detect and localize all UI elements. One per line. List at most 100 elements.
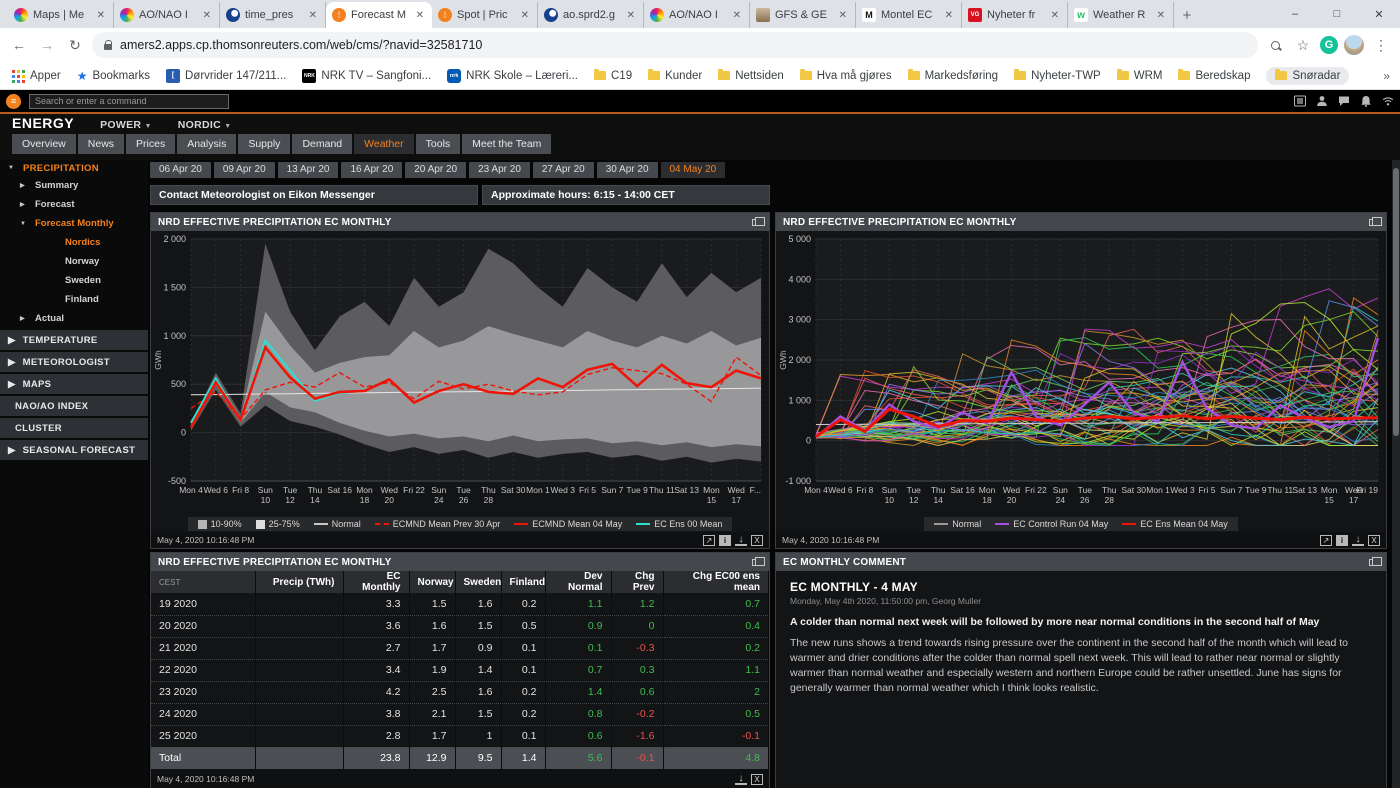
forward-button[interactable]: → [36,34,58,56]
column-header-finland[interactable]: Finland [501,571,545,593]
browser-tab-forecast-m[interactable]: ⋮Forecast M✕ [326,2,432,28]
bell-icon[interactable] [1360,95,1372,107]
sidebar-item-meteorologist[interactable]: ▶METEOROLOGIST [0,352,148,372]
sidebar-item-maps[interactable]: ▶MAPS [0,374,148,394]
tab-close-icon[interactable]: ✕ [1155,10,1167,21]
minimize-button[interactable]: – [1274,0,1316,28]
sidebar-item-precipitation[interactable]: ▼PRECIPITATION [0,160,148,176]
tab-close-icon[interactable]: ✕ [519,10,531,21]
bookmark-d-rvrider-147-211[interactable]: [Dørvrider 147/211... [166,69,286,83]
sidebar-item-nao-ao-index[interactable]: NAO/AO INDEX [0,396,148,416]
table-row[interactable]: 20 20203.61.61.50.50.900.4 [151,615,769,637]
sidebar-item-cluster[interactable]: CLUSTER [0,418,148,438]
browser-tab-spot-pric[interactable]: ⋮Spot | Pric✕ [432,2,538,28]
excel-export-icon[interactable]: X [751,535,763,546]
excel-export-icon[interactable]: X [1368,535,1380,546]
browser-menu-icon[interactable]: ⋮ [1370,37,1392,54]
browser-tab-ao-nao-i[interactable]: AO/NAO I✕ [114,2,220,28]
sidebar-item-nordics[interactable]: Nordics [0,233,148,252]
page-scrollbar[interactable] [1392,160,1400,788]
table-row[interactable]: 25 20202.81.710.10.6-1.6-0.1 [151,725,769,747]
menu-nordic[interactable]: NORDIC ▼ [178,119,232,131]
date-tab-06-apr-20[interactable]: 06 Apr 20 [150,162,211,178]
sidebar-item-seasonal-forecast[interactable]: ▶SEASONAL FORECAST [0,440,148,460]
browser-tab-weather-r[interactable]: wWeather R✕ [1068,2,1174,28]
reload-button[interactable]: ↻ [64,34,86,56]
sidebar-item-finland[interactable]: Finland [0,290,148,309]
sidebar-item-actual[interactable]: ▶Actual [0,309,148,328]
table-total-row[interactable]: Total23.812.99.51.45.6-0.14.8 [151,747,769,769]
popout-icon[interactable] [1369,559,1377,566]
popout-icon[interactable] [752,219,760,226]
tab-close-icon[interactable]: ✕ [943,10,955,21]
bookmark-sn-radar[interactable]: Snøradar [1266,67,1349,85]
bookmark-bookmarks[interactable]: ★Bookmarks [77,69,150,83]
browser-tab-montel-ec[interactable]: MMontel EC✕ [856,2,962,28]
table-row[interactable]: 21 20202.71.70.90.10.1-0.30.2 [151,637,769,659]
chat-icon[interactable] [1338,95,1350,107]
grammarly-extension-icon[interactable]: G [1320,36,1338,54]
bookmark-nrk-tv-sangfoni[interactable]: NRKNRK TV – Sangfoni... [302,69,431,83]
info-icon[interactable]: i [719,535,731,546]
download-icon[interactable]: ↓ [735,535,747,546]
browser-tab-nyheter-fr[interactable]: VGNyheter fr✕ [962,2,1068,28]
date-tab-23-apr-20[interactable]: 23 Apr 20 [469,162,530,178]
sidebar-item-forecast-monthly[interactable]: ▼Forecast Monthly [0,214,148,233]
bookmark-beredskap[interactable]: Beredskap [1178,70,1250,82]
sidebar-item-norway[interactable]: Norway [0,252,148,271]
column-header-dev-normal[interactable]: Dev Normal [545,571,611,593]
tab-close-icon[interactable]: ✕ [201,10,213,21]
column-header-chg-prev[interactable]: Chg Prev [611,571,663,593]
list-menu-icon[interactable] [1294,95,1306,107]
bookmark-nettsiden[interactable]: Nettsiden [718,70,784,82]
column-header-ec-monthly[interactable]: EC Monthly [343,571,409,593]
nav-tab-supply[interactable]: Supply [238,134,290,154]
nav-tab-prices[interactable]: Prices [126,134,175,154]
column-header-norway[interactable]: Norway [409,571,455,593]
close-button[interactable]: ✕ [1358,0,1400,28]
browser-tab-ao-nao-i[interactable]: AO/NAO I✕ [644,2,750,28]
sidebar-item-forecast[interactable]: ▶Forecast [0,195,148,214]
date-tab-16-apr-20[interactable]: 16 Apr 20 [341,162,402,178]
date-tab-30-apr-20[interactable]: 30 Apr 20 [597,162,658,178]
bookmark-nrk-skole-l-reri[interactable]: nrkNRK Skole – Læreri... [447,69,578,83]
back-button[interactable]: ← [8,34,30,56]
popout-icon[interactable] [1369,219,1377,226]
browser-tab-gfs-ge[interactable]: GFS & GE✕ [750,2,856,28]
eikon-logo-icon[interactable]: ≡ [6,94,21,109]
bookmark-kunder[interactable]: Kunder [648,70,702,82]
sidebar-item-summary[interactable]: ▶Summary [0,176,148,195]
person-icon[interactable] [1316,95,1328,107]
bookmark-star-icon[interactable]: ☆ [1292,37,1314,54]
browser-tab-maps-me[interactable]: Maps | Me✕ [8,2,114,28]
search-icon[interactable] [1264,41,1286,50]
bookmark-c19[interactable]: C19 [594,70,632,82]
table-row[interactable]: 23 20204.22.51.60.21.40.62 [151,681,769,703]
sidebar-item-sweden[interactable]: Sweden [0,271,148,290]
nav-tab-meet-the-team[interactable]: Meet the Team [462,134,551,154]
tab-close-icon[interactable]: ✕ [307,10,319,21]
address-bar[interactable]: amers2.apps.cp.thomsonreuters.com/web/cm… [92,32,1258,58]
popout-icon[interactable] [752,559,760,566]
column-header-precip-twh[interactable]: Precip (TWh) [255,571,343,593]
nav-tab-weather[interactable]: Weather [354,134,414,154]
date-tab-09-apr-20[interactable]: 09 Apr 20 [214,162,275,178]
nav-tab-demand[interactable]: Demand [292,134,352,154]
table-row[interactable]: 22 20203.41.91.40.10.70.31.1 [151,659,769,681]
tab-close-icon[interactable]: ✕ [95,10,107,21]
nav-tab-analysis[interactable]: Analysis [177,134,236,154]
contact-meteorologist[interactable]: Contact Meteorologist on Eikon Messenger [150,185,478,205]
bookmark-wrm[interactable]: WRM [1117,70,1163,82]
column-header-sweden[interactable]: Sweden [455,571,501,593]
download-icon[interactable]: ↓ [735,774,747,785]
bookmark-markedsf-ring[interactable]: Markedsføring [908,70,999,82]
external-link-icon[interactable]: ↗ [1320,535,1332,546]
sidebar-item-temperature[interactable]: ▶TEMPERATURE [0,330,148,350]
date-tab-27-apr-20[interactable]: 27 Apr 20 [533,162,594,178]
table-row[interactable]: 19 20203.31.51.60.21.11.20.7 [151,593,769,615]
bookmark-apper[interactable]: Apper [10,69,61,82]
nav-tab-overview[interactable]: Overview [12,134,76,154]
command-search-input[interactable] [29,94,229,109]
menu-power[interactable]: POWER ▼ [100,119,152,131]
wifi-icon[interactable] [1382,95,1394,107]
